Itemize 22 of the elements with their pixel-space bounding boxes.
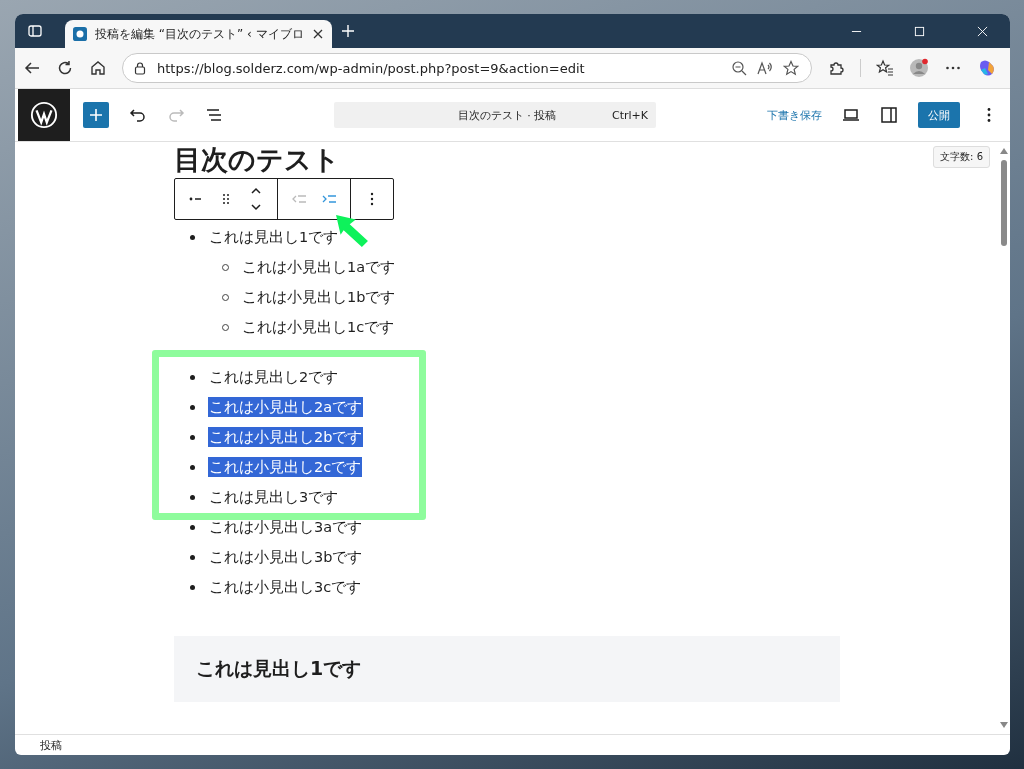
address-bar[interactable]: https://blog.solderz.com/wp-admin/post.php?post=9&action=edit <box>122 53 812 83</box>
post-title[interactable]: 目次のテスト <box>174 144 840 176</box>
list-item[interactable]: これは小見出し3bです <box>208 547 364 567</box>
breadcrumb[interactable]: 投稿 <box>40 737 62 753</box>
heading-block[interactable]: これは見出し1です <box>174 636 840 702</box>
list-item[interactable]: これは小見出し1cです <box>241 317 396 337</box>
list-item[interactable]: これは小見出し1bです <box>241 287 397 307</box>
browser-tab[interactable]: 投稿を編集 “目次のテスト” ‹ マイブロ <box>65 20 332 48</box>
word-count: 文字数: 6 <box>933 146 990 168</box>
list-item[interactable]: これは小見出し1aです <box>241 257 397 277</box>
save-draft-button[interactable]: 下書き保存 <box>767 107 822 123</box>
command-bar[interactable]: 目次のテスト · 投稿 Ctrl+K <box>334 102 656 128</box>
list-item[interactable]: これは小見出し2cです <box>208 457 363 477</box>
list-item[interactable]: これは見出し3です <box>208 487 340 507</box>
list-item[interactable]: これは見出し2です <box>208 367 340 387</box>
list-item[interactable]: これは小見出し2aです <box>208 397 364 417</box>
list-item[interactable]: これは小見出し2bです <box>208 427 364 447</box>
heading-text: これは見出し1です <box>196 656 362 681</box>
publish-button[interactable]: 公開 <box>918 102 960 128</box>
list-item[interactable]: これは見出し1です <box>208 227 340 247</box>
list-item[interactable]: これは小見出し3aです <box>208 517 364 537</box>
list-item[interactable]: これは小見出し3cです <box>208 577 363 597</box>
